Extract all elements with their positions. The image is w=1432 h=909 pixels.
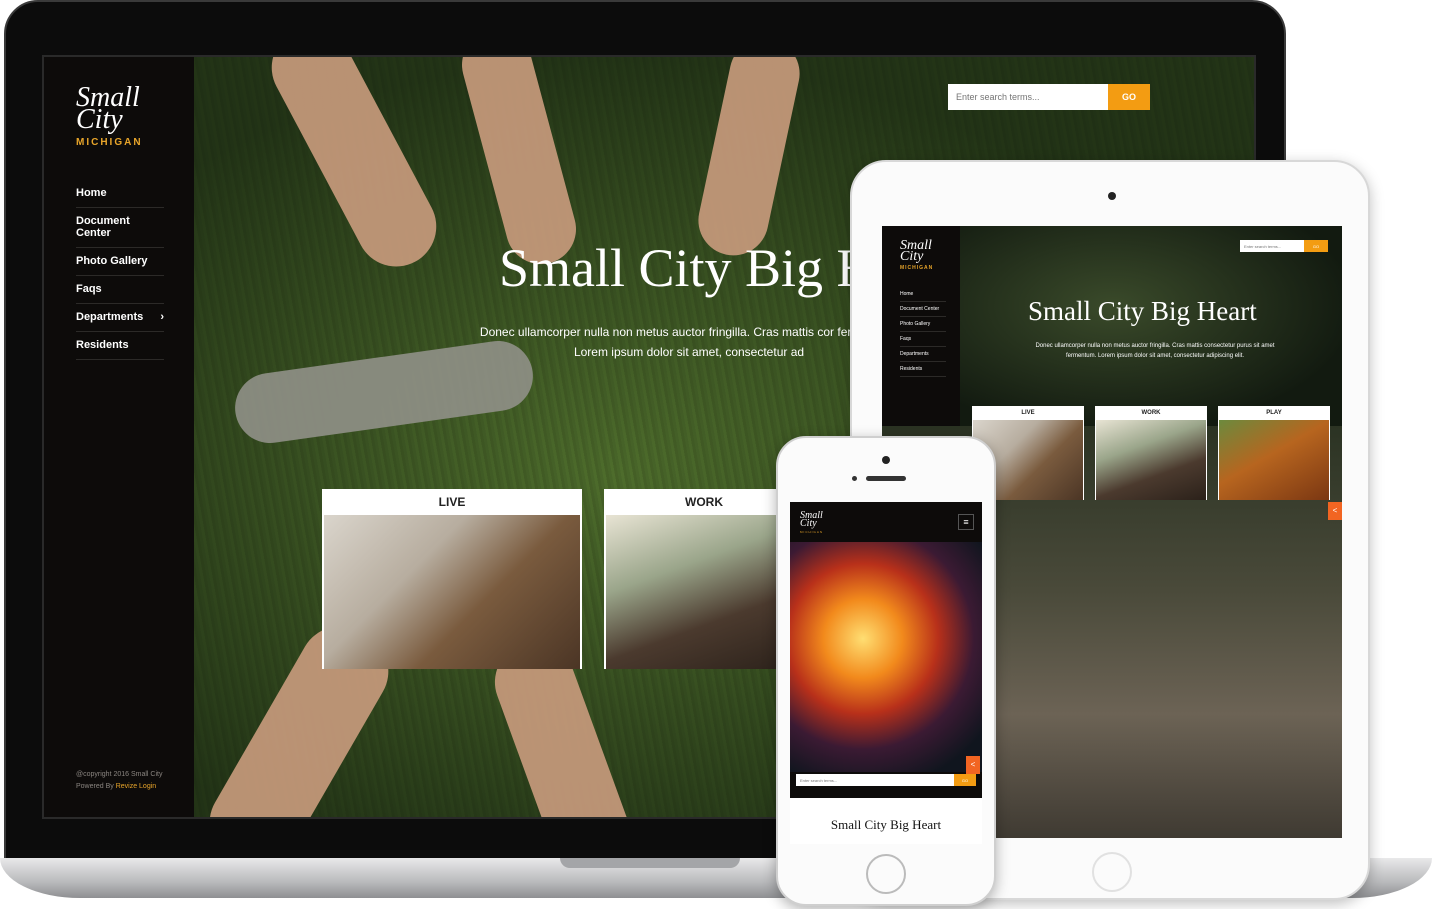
phone-hero-title: Small City Big Heart — [790, 798, 982, 844]
tablet-hero-title: Small City Big Heart — [1028, 296, 1257, 326]
hamburger-menu-icon[interactable]: ≡ — [958, 514, 974, 530]
nav-label: Residents — [76, 339, 129, 351]
tablet-home-button[interactable] — [1092, 852, 1132, 892]
card-image — [606, 515, 802, 669]
phone-home-button[interactable] — [866, 854, 906, 894]
nav-label: Document Center — [76, 215, 130, 239]
nav-label: Faqs — [76, 283, 102, 295]
phone-frame: Small City MICHIGAN ≡ < GO Small City Bi… — [776, 436, 996, 906]
tablet-nav-item-residents[interactable]: Residents — [900, 362, 946, 377]
phone-screen: Small City MICHIGAN ≡ < GO Small City Bi… — [790, 502, 982, 844]
tablet-nav-item-faqs[interactable]: Faqs — [900, 332, 946, 347]
nav-item-departments[interactable]: Departments › — [76, 304, 164, 332]
share-icon[interactable]: < — [966, 756, 980, 774]
card-image — [1219, 420, 1329, 500]
tablet-nav: Home Document Center Photo Gallery Faqs … — [900, 287, 946, 377]
logo-line-michigan: MICHIGAN — [76, 137, 143, 148]
card-work[interactable]: WORK — [604, 489, 804, 669]
hero-photo-arm — [691, 57, 807, 262]
tablet-hero: GO Small City Big Heart Donec ullamcorpe… — [960, 226, 1342, 426]
card-label: WORK — [685, 495, 723, 509]
sidebar-footer: @copyright 2016 Small City Powered By Re… — [76, 769, 162, 793]
share-icon[interactable]: < — [1328, 502, 1342, 520]
card-image — [324, 515, 580, 669]
phone-camera — [882, 456, 890, 464]
tablet-card-play[interactable]: PLAY — [1218, 406, 1330, 500]
phone-search-input[interactable] — [796, 774, 954, 786]
hero-text: Donec ullamcorper nulla non metus auctor… — [479, 325, 899, 359]
nav-item-document-center[interactable]: Document Center — [76, 208, 164, 248]
phone-speaker — [866, 476, 906, 481]
nav-label: Photo Gallery — [76, 255, 148, 267]
tablet-camera — [1108, 192, 1116, 200]
nav-item-faqs[interactable]: Faqs — [76, 276, 164, 304]
hero-title: Small City Big H — [499, 238, 876, 298]
logo-line-city: City — [800, 518, 817, 529]
tablet-search-bar: GO — [1240, 240, 1328, 252]
site-logo[interactable]: Small City MICHIGAN — [76, 84, 194, 149]
phone-hero-image: < — [790, 542, 982, 774]
tablet-logo[interactable]: Small City MICHIGAN — [900, 239, 960, 272]
hero-photo-arm — [257, 57, 451, 281]
tablet-hero-text: Donec ullamcorper nulla non metus auctor… — [1035, 343, 1275, 359]
phone-logo[interactable]: Small City MICHIGAN — [800, 510, 982, 535]
tablet-nav-item-document-center[interactable]: Document Center — [900, 302, 946, 317]
nav-item-home[interactable]: Home — [76, 180, 164, 208]
copyright-text: @copyright 2016 Small City — [76, 771, 163, 778]
search-input[interactable] — [948, 84, 1108, 110]
card-live[interactable]: LIVE — [322, 489, 582, 669]
revize-login-link[interactable]: Revize Login — [116, 783, 156, 790]
laptop-notch — [560, 858, 740, 868]
nav-item-residents[interactable]: Residents — [76, 332, 164, 360]
logo-line-small: Small — [800, 510, 823, 521]
logo-line-michigan: MICHIGAN — [900, 265, 934, 271]
tablet-nav-item-departments[interactable]: Departments — [900, 347, 946, 362]
card-label: WORK — [1141, 410, 1161, 416]
nav-item-photo-gallery[interactable]: Photo Gallery — [76, 248, 164, 276]
tablet-search-go-button[interactable]: GO — [1304, 240, 1328, 252]
phone-search-go-button[interactable]: GO — [954, 774, 976, 786]
sidebar: Small City MICHIGAN Home Document Center… — [44, 57, 194, 817]
tablet-sidebar: Small City MICHIGAN Home Document Center… — [882, 226, 960, 426]
tablet-search-input[interactable] — [1240, 240, 1304, 252]
card-label: PLAY — [1266, 410, 1282, 416]
chevron-right-icon: › — [160, 311, 164, 323]
tablet-nav-item-home[interactable]: Home — [900, 287, 946, 302]
phone-sensor — [852, 476, 857, 481]
logo-line-michigan: MICHIGAN — [800, 530, 823, 534]
phone-header: Small City MICHIGAN ≡ — [790, 502, 982, 542]
tablet-nav-item-photo-gallery[interactable]: Photo Gallery — [900, 317, 946, 332]
card-image — [1096, 420, 1206, 500]
powered-by-text: Powered By — [76, 783, 116, 790]
nav-label: Home — [76, 187, 107, 199]
card-label: LIVE — [438, 495, 466, 509]
tablet-card-work[interactable]: WORK — [1095, 406, 1207, 500]
card-label: LIVE — [1021, 410, 1035, 416]
search-go-button[interactable]: GO — [1108, 84, 1150, 110]
phone-search-bar: GO — [796, 774, 976, 786]
search-bar: GO — [948, 84, 1150, 110]
main-nav: Home Document Center Photo Gallery Faqs … — [76, 180, 164, 360]
nav-label: Departments — [76, 311, 144, 323]
